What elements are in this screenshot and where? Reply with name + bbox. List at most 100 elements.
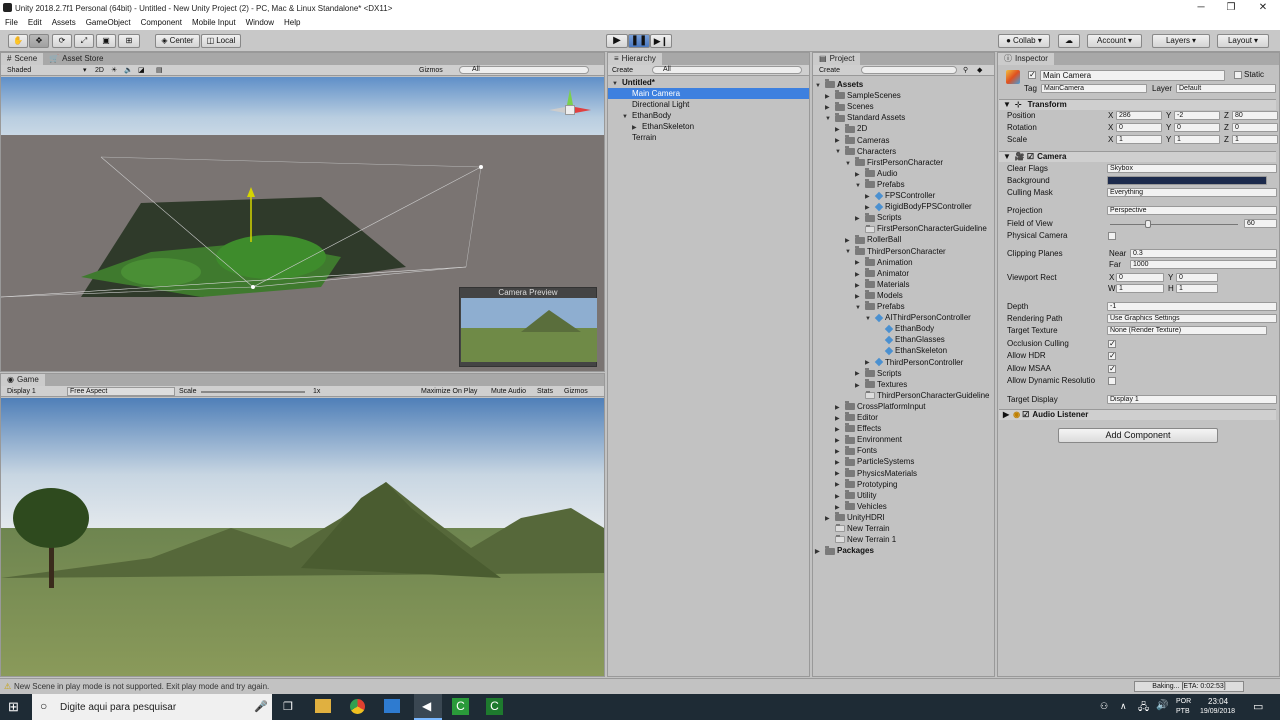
fold-arrow-icon[interactable]: ▶ bbox=[855, 369, 865, 377]
project-item[interactable]: ▼ FirstPersonCharacter bbox=[845, 157, 943, 168]
gameobject-name-input[interactable]: Main Camera bbox=[1040, 70, 1225, 81]
fold-arrow-icon[interactable]: ▶ bbox=[835, 469, 845, 477]
project-item[interactable]: ▶ Scripts bbox=[855, 367, 901, 379]
transform-sz-input[interactable]: 1 bbox=[1232, 135, 1278, 144]
tab-game[interactable]: ◉ Game bbox=[1, 374, 45, 386]
project-item[interactable]: ▶ SampleScenes bbox=[825, 90, 901, 101]
camtasia-recorder-icon[interactable]: C bbox=[486, 698, 503, 715]
transform-header[interactable]: ▼ ⊹ Transform bbox=[999, 99, 1276, 110]
fold-arrow-icon[interactable]: ▶ bbox=[835, 492, 845, 500]
project-item[interactable]: ▶ Models bbox=[855, 290, 903, 301]
project-item[interactable]: ▶ Cameras bbox=[835, 134, 889, 146]
fold-arrow-icon[interactable] bbox=[875, 325, 885, 333]
fold-arrow-icon[interactable]: ▶ bbox=[835, 447, 845, 455]
hierarchy-item[interactable]: Terrain bbox=[608, 132, 809, 143]
hierarchy-item[interactable]: Main Camera bbox=[608, 88, 809, 99]
fold-arrow-icon[interactable]: ▼ bbox=[815, 81, 825, 89]
tab-scene[interactable]: # Scene bbox=[1, 53, 44, 65]
project-item[interactable]: ▶ Audio bbox=[855, 168, 897, 179]
volume-icon[interactable]: 🔊 bbox=[1156, 700, 1168, 711]
fold-arrow-icon[interactable]: ▼ bbox=[865, 314, 875, 322]
shading-mode-dropdown[interactable]: Shaded bbox=[7, 66, 31, 75]
tag-dropdown[interactable]: MainCamera bbox=[1041, 84, 1147, 93]
project-item[interactable]: ▼ Assets bbox=[815, 79, 863, 90]
close-button[interactable]: ✕ bbox=[1248, 0, 1278, 16]
viewport-h-input[interactable]: 1 bbox=[1176, 284, 1218, 293]
depth-input[interactable]: -1 bbox=[1107, 302, 1277, 311]
project-item[interactable]: ▶ Animation bbox=[855, 256, 913, 268]
maximize-button[interactable]: ❐ bbox=[1216, 0, 1246, 16]
pause-button[interactable]: ❚❚ bbox=[628, 34, 650, 48]
project-item[interactable]: ▼ AIThirdPersonController bbox=[865, 312, 971, 323]
fold-arrow-icon[interactable]: ▼ bbox=[855, 303, 865, 311]
project-item[interactable]: EthanSkeleton bbox=[875, 345, 947, 356]
language-top[interactable]: POR bbox=[1176, 698, 1191, 705]
unity-taskbar-button[interactable]: ◀ bbox=[414, 694, 442, 720]
near-input[interactable]: 0.3 bbox=[1130, 249, 1277, 258]
project-item[interactable]: ▶ RigidBodyFPSController bbox=[865, 201, 972, 212]
project-item[interactable]: ▶ Animator bbox=[855, 268, 909, 279]
project-item[interactable]: ▶ ParticleSystems bbox=[835, 456, 914, 467]
project-item[interactable]: ▶ Packages bbox=[815, 545, 874, 556]
project-item[interactable]: ▶ Editor bbox=[835, 412, 878, 423]
menu-help[interactable]: Help bbox=[279, 16, 305, 30]
target-texture-field[interactable]: None (Render Texture) bbox=[1107, 326, 1267, 335]
fold-arrow-icon[interactable]: ▶ bbox=[865, 203, 875, 211]
fold-arrow-icon[interactable]: ▼ bbox=[825, 114, 835, 122]
project-search-input[interactable] bbox=[861, 66, 957, 74]
transform-px-input[interactable]: 286 bbox=[1116, 111, 1162, 120]
fold-arrow-icon[interactable] bbox=[855, 225, 865, 233]
mute-audio-toggle[interactable]: Mute Audio bbox=[491, 387, 526, 396]
hierarchy-search-input[interactable]: All bbox=[652, 66, 802, 74]
fold-arrow-icon[interactable]: ▶ bbox=[825, 92, 835, 100]
filter-icon[interactable]: ⚲ bbox=[963, 66, 968, 75]
menu-window[interactable]: Window bbox=[241, 16, 279, 30]
fold-arrow-icon[interactable]: ▶ bbox=[835, 403, 845, 411]
gizmo-y-arrow[interactable] bbox=[567, 89, 573, 105]
fold-arrow-icon[interactable]: ▶ bbox=[632, 123, 642, 131]
fold-arrow-icon[interactable] bbox=[825, 525, 835, 533]
project-item[interactable]: ▶ FPSController bbox=[865, 190, 935, 201]
project-create-dropdown[interactable]: Create bbox=[819, 66, 840, 75]
effects-icon[interactable]: ◪ bbox=[138, 66, 145, 75]
project-item[interactable]: EthanGlasses bbox=[875, 334, 945, 345]
fold-arrow-icon[interactable]: ▼ bbox=[845, 247, 855, 255]
project-item[interactable]: ▶ Fonts bbox=[835, 445, 877, 456]
fold-arrow-icon[interactable]: ▶ bbox=[825, 514, 835, 522]
people-icon[interactable]: ⚇ bbox=[1100, 701, 1108, 712]
project-item[interactable]: ▶ Scripts bbox=[855, 212, 901, 223]
layout-dropdown[interactable]: Layout ▾ bbox=[1217, 34, 1269, 48]
allow-dynamic-resolution-checkbox[interactable] bbox=[1108, 377, 1116, 385]
rendering-path-dropdown[interactable]: Use Graphics Settings bbox=[1107, 314, 1277, 323]
viewport-w-input[interactable]: 1 bbox=[1116, 284, 1164, 293]
maximize-on-play-toggle[interactable]: Maximize On Play bbox=[421, 387, 477, 396]
fold-arrow-icon[interactable]: ▶ bbox=[845, 236, 855, 244]
collab-button[interactable]: ● Collab ▾ bbox=[998, 34, 1050, 48]
fold-arrow-icon[interactable]: ▶ bbox=[855, 281, 865, 289]
tab-asset-store[interactable]: 🛒 Asset Store bbox=[43, 53, 110, 65]
tab-project[interactable]: ▤ Project bbox=[813, 53, 861, 65]
fold-arrow-icon[interactable]: ▶ bbox=[835, 136, 845, 144]
fold-arrow-icon[interactable] bbox=[875, 347, 885, 355]
rotate-tool-button[interactable]: ⟳ bbox=[52, 34, 72, 48]
static-checkbox[interactable] bbox=[1234, 71, 1242, 79]
camtasia-icon[interactable]: C bbox=[452, 698, 469, 715]
menu-file[interactable]: File bbox=[0, 16, 23, 30]
project-item[interactable]: ▶ Environment bbox=[835, 434, 902, 445]
step-button[interactable]: ▶❙ bbox=[650, 34, 672, 48]
project-item[interactable]: ▶ Scenes bbox=[825, 101, 874, 112]
fold-arrow-icon[interactable]: ▶ bbox=[825, 103, 835, 111]
notifications-icon[interactable]: ▭ bbox=[1253, 700, 1263, 713]
projection-dropdown[interactable]: Perspective bbox=[1107, 206, 1277, 215]
fold-arrow-icon[interactable]: ▶ bbox=[815, 547, 825, 555]
menu-gameobject[interactable]: GameObject bbox=[81, 16, 136, 30]
hierarchy-create-dropdown[interactable]: Create bbox=[612, 66, 633, 75]
pivot-center-button[interactable]: ◈ Center bbox=[155, 34, 200, 48]
background-color-field[interactable] bbox=[1107, 176, 1267, 185]
project-item[interactable]: ▶ Vehicles bbox=[835, 501, 887, 512]
layers-dropdown[interactable]: Layers ▾ bbox=[1152, 34, 1210, 48]
tab-hierarchy[interactable]: ≡ Hierarchy bbox=[608, 53, 662, 65]
project-item[interactable]: ▶ ThirdPersonController bbox=[865, 357, 963, 368]
project-item[interactable]: ▶ RollerBall bbox=[845, 234, 901, 245]
windows-start-icon[interactable]: ⊞ bbox=[8, 699, 19, 715]
